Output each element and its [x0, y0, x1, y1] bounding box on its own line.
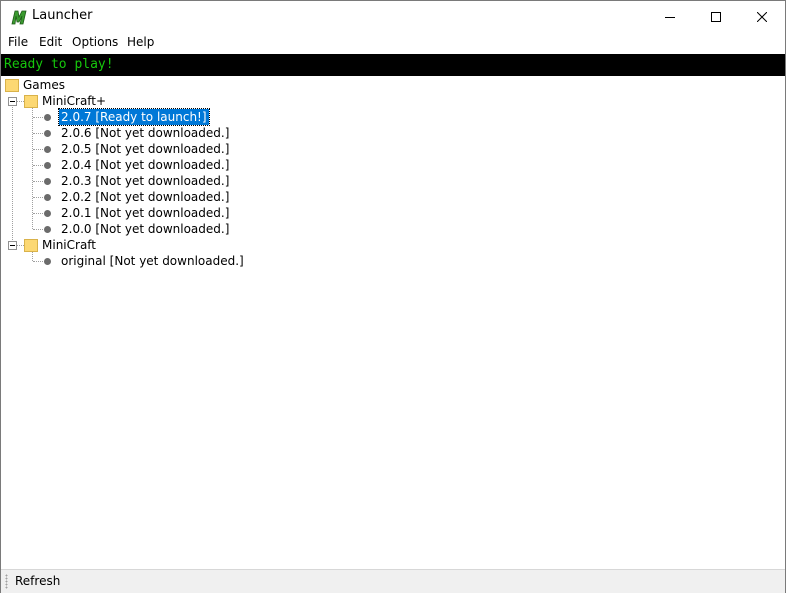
bullet-icon — [44, 210, 51, 217]
tree-node-label: 2.0.6 [Not yet downloaded.] — [61, 126, 230, 140]
bullet-icon — [44, 226, 51, 233]
bullet-icon — [44, 162, 51, 169]
tree-connector — [32, 108, 33, 229]
close-icon — [757, 11, 767, 22]
tree-connector — [12, 97, 13, 244]
tree-node-label: 2.0.0 [Not yet downloaded.] — [61, 222, 230, 236]
tree-node-label: MiniCraft — [42, 238, 97, 252]
tree-node-label: Games — [23, 78, 65, 92]
bottom-toolbar: Refresh — [1, 569, 785, 593]
maximize-button[interactable] — [693, 1, 739, 32]
tree-connector — [17, 101, 24, 102]
tree-node-label: 2.0.1 [Not yet downloaded.] — [61, 206, 230, 220]
folder-icon — [5, 79, 19, 92]
tree-connector — [33, 229, 43, 230]
menu-file[interactable]: File — [8, 35, 28, 49]
bullet-icon — [44, 130, 51, 137]
collapse-toggle[interactable] — [8, 241, 17, 250]
maximize-icon — [711, 11, 721, 22]
tree-connector — [33, 197, 43, 198]
tree-connector — [33, 213, 43, 214]
bullet-icon — [44, 194, 51, 201]
tree-connector — [33, 261, 43, 262]
tree-connector — [33, 117, 43, 118]
close-button[interactable] — [739, 1, 785, 32]
menu-edit[interactable]: Edit — [39, 35, 62, 49]
tree-node-label: 2.0.7 [Ready to launch!] — [58, 108, 210, 126]
title-bar[interactable]: Launcher — [1, 1, 785, 32]
tree-connector — [33, 165, 43, 166]
window-title: Launcher — [32, 8, 93, 23]
menu-options[interactable]: Options — [72, 35, 118, 49]
tree-node-label: 2.0.3 [Not yet downloaded.] — [61, 174, 230, 188]
minimize-button[interactable] — [647, 1, 693, 32]
tree-node-label: original [Not yet downloaded.] — [61, 254, 244, 268]
games-tree[interactable]: Games MiniCraft+ 2.0.7 [Ready to launch!… — [1, 76, 785, 568]
minicraft-app-icon — [10, 8, 28, 26]
grip-handle-icon[interactable] — [5, 574, 8, 589]
collapse-toggle[interactable] — [8, 97, 17, 106]
folder-icon — [24, 95, 38, 108]
folder-icon — [24, 239, 38, 252]
refresh-button[interactable]: Refresh — [15, 574, 60, 588]
bullet-icon — [44, 146, 51, 153]
tree-node-label: 2.0.5 [Not yet downloaded.] — [61, 142, 230, 156]
tree-node-label: 2.0.2 [Not yet downloaded.] — [61, 190, 230, 204]
tree-connector — [17, 245, 24, 246]
bullet-icon — [44, 114, 51, 121]
bullet-icon — [44, 258, 51, 265]
launcher-window: Launcher File Edit Options Help Ready to… — [0, 0, 786, 593]
tree-connector — [33, 181, 43, 182]
menu-bar: File Edit Options Help — [1, 33, 785, 53]
tree-node-label: 2.0.4 [Not yet downloaded.] — [61, 158, 230, 172]
status-message: Ready to play! — [1, 54, 785, 76]
minimize-icon — [665, 16, 675, 18]
tree-connector — [32, 252, 33, 261]
tree-node-label: MiniCraft+ — [42, 94, 107, 108]
bullet-icon — [44, 178, 51, 185]
tree-connector — [33, 149, 43, 150]
menu-help[interactable]: Help — [127, 35, 154, 49]
tree-connector — [33, 133, 43, 134]
